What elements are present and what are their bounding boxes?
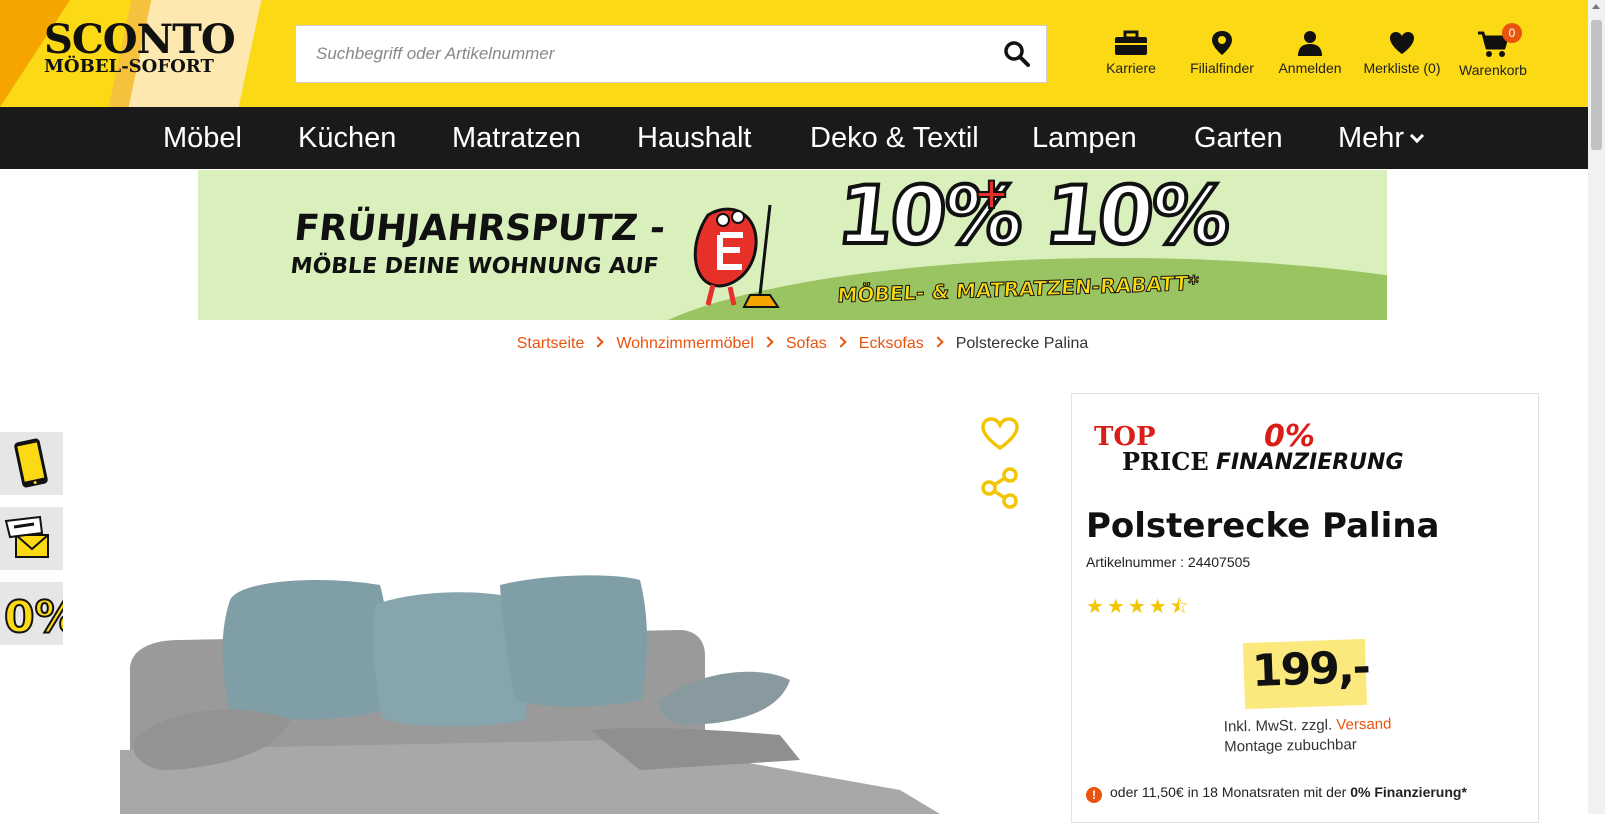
logo-line2: MÖBEL-SOFORT	[44, 56, 214, 77]
tax-text: Inkl. MwSt. zzgl.	[1223, 716, 1337, 736]
wishlist-button[interactable]	[980, 416, 1020, 457]
chevron-right-icon	[592, 336, 605, 348]
chevron-right-icon	[835, 336, 847, 348]
nav-item-garten[interactable]: Garten	[1194, 107, 1283, 169]
logo[interactable]: SCONTO MÖBEL-SOFORT	[44, 16, 236, 77]
header-nav-label: Merkliste (0)	[1363, 60, 1441, 76]
share-icon	[981, 467, 1018, 509]
nav-item-mehr-label: Mehr	[1338, 122, 1405, 154]
vertical-scrollbar[interactable]	[1588, 0, 1605, 814]
promo-banner[interactable]: FRÜHJAHRSPUTZ - MÖBLE DEINE WOHNUNG AUF …	[198, 170, 1387, 320]
header-nav-merkliste[interactable]: Merkliste (0)	[1354, 30, 1450, 90]
article-number: Artikelnummer : 24407505	[1086, 554, 1251, 570]
banner-discount: 10% 10%	[831, 170, 1235, 264]
breadcrumb-link[interactable]: Ecksofas	[859, 335, 924, 352]
header-nav-karriere[interactable]: Karriere	[1093, 30, 1169, 90]
main-navigation: Möbel Küchen Matratzen Haushalt Deko & T…	[0, 107, 1588, 169]
user-icon	[1298, 31, 1322, 56]
rating-stars-icon[interactable]: ★★★★⯪	[1086, 592, 1192, 626]
side-app-button[interactable]	[0, 432, 63, 495]
nav-item-matratzen[interactable]: Matratzen	[452, 107, 581, 169]
briefcase-icon	[1115, 30, 1147, 55]
chevron-down-icon	[1410, 128, 1425, 144]
nav-item-haushalt[interactable]: Haushalt	[637, 107, 751, 169]
share-button[interactable]	[980, 466, 1020, 515]
top-price-line2: PRICE	[1122, 447, 1209, 476]
financing-text: oder 11,50€ in 18 Monatsraten mit der	[1110, 784, 1351, 800]
tax-info: Inkl. MwSt. zzgl. Versand Montage zubuch…	[1224, 715, 1392, 757]
header-nav-label: Karriere	[1106, 60, 1156, 76]
side-financing-button[interactable]: 0%	[0, 582, 80, 645]
breadcrumb-link[interactable]: Startseite	[517, 335, 585, 352]
financing-badge: 0% FINANZIERUNG	[1216, 422, 1404, 474]
scroll-up-arrow-icon[interactable]	[1592, 4, 1600, 9]
banner-line2: MÖBLE DEINE WOHNUNG AUF	[289, 254, 660, 280]
chevron-right-icon	[932, 336, 944, 348]
nav-item-mehr[interactable]: Mehr	[1338, 107, 1425, 169]
nav-item-deko-textil[interactable]: Deko & Textil	[810, 107, 979, 169]
heart-icon	[1390, 32, 1414, 54]
nav-item-kuechen[interactable]: Küchen	[298, 107, 396, 169]
scrollbar-thumb[interactable]	[1591, 20, 1602, 150]
cart-count-badge: 0	[1502, 23, 1522, 43]
search-button[interactable]	[1002, 39, 1032, 69]
mascot-icon	[693, 204, 780, 308]
financing-badge-label: FINANZIERUNG	[1216, 450, 1404, 475]
financing-info: ! oder 11,50€ in 18 Monatsraten mit der 0…	[1086, 784, 1536, 803]
chevron-right-icon	[762, 336, 774, 348]
newsletter-icon	[4, 515, 49, 558]
top-price-badge: TOP PRICE	[1094, 424, 1209, 474]
header-nav-label: Filialfinder	[1190, 60, 1254, 76]
zero-percent-label: 0%	[4, 592, 63, 643]
search-box	[295, 25, 1047, 83]
header-nav-label: Warenkorb	[1459, 62, 1527, 78]
breadcrumb-link[interactable]: Wohnzimmermöbel	[616, 335, 754, 352]
sofa-image	[120, 575, 940, 814]
product-image[interactable]	[120, 560, 970, 814]
banner-line1: FRÜHJAHRSPUTZ -	[292, 208, 668, 249]
zero-percent-icon: 0%	[3, 591, 80, 644]
header-nav-warenkorb[interactable]: 0 Warenkorb	[1450, 23, 1536, 90]
side-newsletter-button[interactable]	[0, 507, 63, 570]
product-title: Polsterecke Palina	[1086, 506, 1440, 546]
map-pin-icon	[1212, 31, 1232, 55]
info-icon[interactable]: !	[1086, 787, 1102, 803]
assembly-text: Montage zubuchbar	[1224, 735, 1357, 755]
logo-line1: SCONTO	[44, 16, 236, 63]
nav-item-moebel[interactable]: Möbel	[163, 107, 242, 169]
financing-bold[interactable]: 0% Finanzierung*	[1350, 784, 1467, 800]
breadcrumb: Startseite Wohnzimmermöbel Sofas Ecksofas Po…	[0, 335, 1605, 353]
header-nav-filialfinder[interactable]: Filialfinder	[1178, 30, 1266, 90]
search-input[interactable]	[296, 26, 976, 82]
financing-badge-percent: 0%	[1264, 419, 1315, 454]
breadcrumb-link[interactable]: Sofas	[786, 335, 827, 352]
shipping-link[interactable]: Versand	[1336, 716, 1391, 734]
header-nav-anmelden[interactable]: Anmelden	[1272, 30, 1348, 90]
heart-outline-icon	[981, 417, 1019, 451]
breadcrumb-current: Polsterecke Palina	[955, 335, 1089, 352]
product-box: TOP PRICE 0% FINANZIERUNG Polsterecke Pa…	[1071, 393, 1539, 823]
search-icon	[1004, 41, 1030, 67]
banner-plus: +	[972, 170, 1011, 220]
nav-item-lampen[interactable]: Lampen	[1032, 107, 1137, 169]
product-price: 199,-	[1251, 641, 1370, 698]
site-header: SCONTO MÖBEL-SOFORT Karriere Filialfinde…	[0, 0, 1588, 107]
phone-icon	[14, 438, 48, 488]
banner-headline: FRÜHJAHRSPUTZ - MÖBLE DEINE WOHNUNG AUF	[289, 207, 667, 281]
header-nav-label: Anmelden	[1278, 60, 1342, 76]
